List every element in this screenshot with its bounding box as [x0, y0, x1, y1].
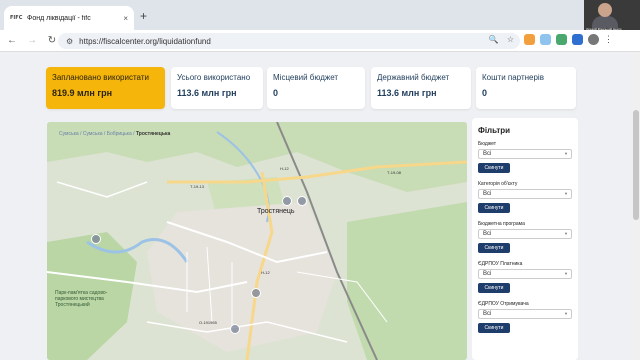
- browser-toolbar: ← → ↻ ⚙ https://fiscalcenter.org/liquida…: [0, 30, 640, 52]
- breadcrumb-item[interactable]: Сумська: [83, 131, 103, 137]
- chevron-down-icon: ▼: [564, 271, 568, 276]
- breadcrumb-current: Тростянецька: [135, 131, 171, 137]
- stat-value: 0: [482, 88, 488, 98]
- site-info-icon[interactable]: ⚙: [66, 37, 73, 46]
- url-text: https://fiscalcenter.org/liquidationfund: [79, 36, 211, 46]
- payer-select[interactable]: Всі ▼: [478, 269, 572, 279]
- filter-recipient: ЄДРПОУ Отримувача Всі ▼ Скинути: [478, 301, 572, 333]
- extension-icon[interactable]: [556, 34, 567, 45]
- reset-budget-button[interactable]: Скинути: [478, 163, 510, 173]
- reset-recipient-button[interactable]: Скинути: [478, 323, 510, 333]
- select-value: Всі: [483, 311, 492, 317]
- map-marker[interactable]: [251, 288, 261, 298]
- extension-icon[interactable]: [524, 34, 535, 45]
- stat-label: Державний бюджет: [377, 73, 450, 82]
- map-marker[interactable]: [297, 196, 307, 206]
- select-value: Всі: [483, 231, 492, 237]
- stat-label: Кошти партнерів: [482, 73, 544, 82]
- extension-icon[interactable]: [540, 34, 551, 45]
- category-select[interactable]: Всі ▼: [478, 189, 572, 199]
- stat-label: Заплановано використати: [52, 73, 149, 82]
- map-marker[interactable]: [91, 234, 101, 244]
- reset-program-button[interactable]: Скинути: [478, 243, 510, 253]
- tab-title: Фонд ліквідації - fifc: [27, 14, 91, 22]
- chevron-down-icon: ▼: [564, 311, 568, 316]
- filter-label: Категорія об'єкту: [478, 181, 518, 187]
- close-tab-icon[interactable]: ×: [123, 14, 128, 23]
- profile-avatar[interactable]: [588, 34, 599, 45]
- stat-value: 113.6 млн грн: [177, 88, 237, 98]
- bookmark-star-icon[interactable]: ☆: [507, 35, 514, 44]
- map-tiles: [47, 122, 467, 360]
- filter-category: Категорія об'єкту Всі ▼ Скинути: [478, 181, 572, 213]
- browser-tabbar: FIFC Фонд ліквідації - fifc × +: [0, 0, 640, 30]
- object-map[interactable]: Сумська / Сумська / Бобрицька / Тростяне…: [47, 122, 467, 360]
- reset-category-button[interactable]: Скинути: [478, 203, 510, 213]
- filter-label: ЄДРПОУ Отримувача: [478, 301, 529, 307]
- map-road-label: Н-12: [261, 270, 270, 275]
- map-road-label: О-191955: [199, 320, 217, 325]
- webcam-overlay: Олексій Фікальний Центр: [584, 0, 640, 32]
- filters-panel: Фільтри Бюджет Всі ▼ Скинути Категорія об…: [472, 118, 578, 360]
- stat-card-planned: Заплановано використати 819.9 млн грн: [46, 67, 165, 109]
- breadcrumb-item[interactable]: Сумська: [59, 131, 79, 137]
- back-icon[interactable]: ←: [4, 35, 20, 46]
- map-road-label: Т-19-13: [190, 184, 205, 189]
- browser-tab[interactable]: FIFC Фонд ліквідації - fifc ×: [4, 6, 134, 30]
- program-select[interactable]: Всі ▼: [478, 229, 572, 239]
- stat-value: 819.9 млн грн: [52, 88, 113, 98]
- map-road-label: Т-19-08: [387, 170, 402, 175]
- filter-label: Бюджет: [478, 141, 497, 147]
- stat-label: Місцевий бюджет: [273, 73, 339, 82]
- map-park-label: Парк-пам'ятка садово-паркового мистецтва…: [55, 290, 108, 308]
- map-road-label: Н-12: [280, 166, 289, 171]
- stat-card-state-budget: Державний бюджет 113.6 млн грн: [371, 67, 471, 109]
- select-value: Всі: [483, 151, 492, 157]
- map-breadcrumb: Сумська / Сумська / Бобрицька / Тростяне…: [59, 131, 171, 137]
- stat-value: 113.6 млн грн: [377, 88, 437, 98]
- filter-budget: Бюджет Всі ▼ Скинути: [478, 141, 572, 173]
- address-bar[interactable]: ⚙ https://fiscalcenter.org/liquidationfu…: [58, 33, 520, 49]
- stat-value: 0: [273, 88, 279, 98]
- select-value: Всі: [483, 271, 492, 277]
- page-scrollbar[interactable]: [632, 52, 640, 360]
- webcam-person-head: [598, 3, 612, 17]
- budget-select[interactable]: Всі ▼: [478, 149, 572, 159]
- menu-kebab-icon[interactable]: ⋮: [604, 34, 613, 45]
- reset-payer-button[interactable]: Скинути: [478, 283, 510, 293]
- chevron-down-icon: ▼: [564, 191, 568, 196]
- map-marker[interactable]: [282, 196, 292, 206]
- filter-label: Бюджетна програма: [478, 221, 525, 227]
- stat-card-used: Усього використано 113.6 млн грн: [171, 67, 263, 109]
- new-tab-button[interactable]: +: [140, 9, 147, 23]
- chevron-down-icon: ▼: [564, 231, 568, 236]
- scrollbar-thumb[interactable]: [633, 110, 639, 220]
- zoom-icon[interactable]: 🔍: [489, 35, 499, 44]
- filter-program: Бюджетна програма Всі ▼ Скинути: [478, 221, 572, 253]
- filters-title: Фільтри: [478, 126, 511, 135]
- breadcrumb-item[interactable]: Бобрицька: [107, 131, 132, 137]
- filter-payer: ЄДРПОУ Платника Всі ▼ Скинути: [478, 261, 572, 293]
- chevron-down-icon: ▼: [564, 151, 568, 156]
- select-value: Всі: [483, 191, 492, 197]
- site-favicon-icon: FIFC: [10, 15, 23, 21]
- stat-card-local-budget: Місцевий бюджет 0: [267, 67, 365, 109]
- extension-icon[interactable]: [572, 34, 583, 45]
- recipient-select[interactable]: Всі ▼: [478, 309, 572, 319]
- forward-icon[interactable]: →: [24, 35, 40, 46]
- filter-label: ЄДРПОУ Платника: [478, 261, 523, 267]
- map-marker[interactable]: [230, 324, 240, 334]
- map-town-label: Тростянець: [257, 208, 295, 215]
- stat-card-partners: Кошти партнерів 0: [476, 67, 576, 109]
- stat-label: Усього використано: [177, 73, 251, 82]
